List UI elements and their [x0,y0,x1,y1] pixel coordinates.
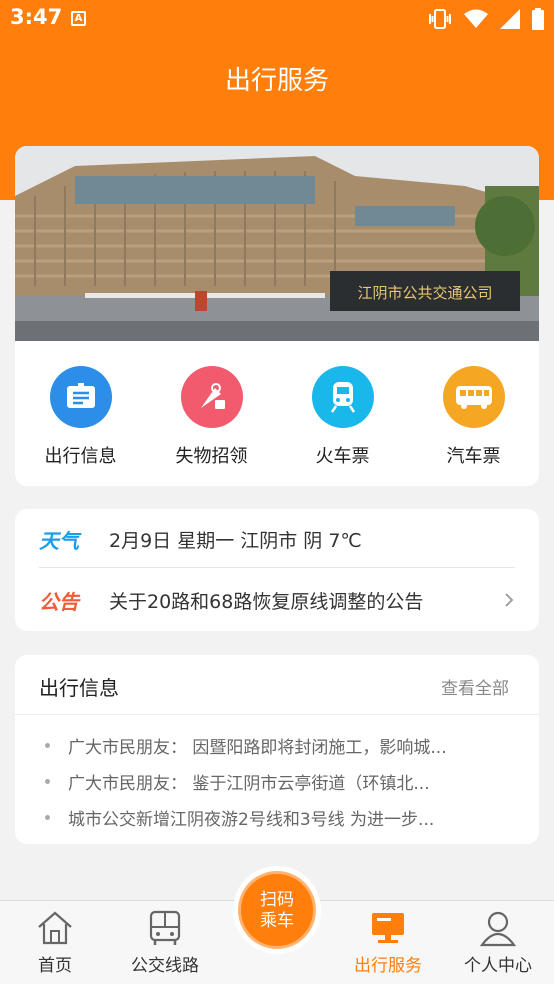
service-travel-info[interactable]: 出行信息 [15,366,146,468]
user-icon [479,911,517,947]
bus-icon [442,366,505,428]
train-icon [311,366,374,428]
banner-image[interactable]: 江阴市公共交通公司 [15,146,539,341]
signal-icon [500,9,520,29]
bullet [45,778,50,784]
bullet [45,814,50,820]
chevron-right-icon [505,593,514,607]
weather-tag: 天气 [39,529,79,553]
lost-found-icon [180,366,243,428]
tab-label: 出行服务 [354,956,422,976]
service-bus-ticket[interactable]: 汽车票 [408,366,539,468]
scan-ride-button[interactable]: 扫码 乘车 [238,871,316,949]
service-label: 汽车票 [446,446,501,467]
notice-tag: 公告 [39,589,79,614]
announcement-row[interactable]: 公告 关于20路和68路恢复原线调整的公告 [39,572,515,628]
wifi-icon [464,9,488,28]
status-bar: 3:47 A [0,0,554,38]
monitor-icon [372,913,404,943]
scan-label-line1: 扫码 [260,890,294,910]
list-item[interactable]: 广大市民朋友： 因暨阳路即将封闭施工，影响城... [45,727,515,763]
travel-info-card: 出行信息 查看全部 广大市民朋友： 因暨阳路即将封闭施工，影响城... 广大市民… [15,655,539,844]
tab-personal-center[interactable]: 个人中心 [443,909,553,976]
service-grid: 出行信息 失物招领 火车票 汽车票 [15,366,539,468]
weather-row: 天气 2月9日 星期一 江阴市 阴 7℃ [39,512,515,568]
service-lost-found[interactable]: 失物招领 [146,366,277,468]
notice-text: 关于20路和68路恢复原线调整的公告 [109,590,424,613]
battery-icon [532,8,544,30]
service-card: 江阴市公共交通公司 出行信息 失物招领 火车票 汽车票 [15,146,539,486]
tab-home[interactable]: 首页 [0,909,110,976]
home-icon [38,911,72,945]
view-all-link[interactable]: 查看全部 [441,674,509,699]
bullet [45,742,50,748]
travel-info-header: 出行信息 查看全部 [15,655,539,715]
status-time: 3:47 [10,5,63,29]
tab-label: 首页 [38,956,72,976]
travel-info-title: 出行信息 [39,676,119,700]
tab-travel-service[interactable]: 出行服务 [333,909,443,976]
bus-icon [149,910,181,945]
service-label: 火车票 [315,446,370,467]
tab-label: 个人中心 [464,956,532,976]
vibrate-icon [429,9,451,29]
notification-icon: A [71,11,86,26]
info-board-icon [49,366,112,428]
tab-label: 公交线路 [131,956,199,976]
page-title: 出行服务 [224,66,329,96]
list-item[interactable]: 城市公交新增江阴夜游2号线和3号线 为进一步... [45,799,515,835]
scan-label-line2: 乘车 [260,911,294,931]
travel-info-list: 广大市民朋友： 因暨阳路即将封闭施工，影响城... 广大市民朋友： 鉴于江阴市云… [45,727,515,835]
weather-text: 2月9日 星期一 江阴市 阴 7℃ [109,530,362,552]
status-icons [428,8,544,30]
list-item[interactable]: 广大市民朋友： 鉴于江阴市云亭街道（环镇北... [45,763,515,799]
banner-sign: 江阴市公共交通公司 [357,284,492,302]
tab-bus-routes[interactable]: 公交线路 [110,909,220,976]
notice-card: 天气 2月9日 星期一 江阴市 阴 7℃ 公告 关于20路和68路恢复原线调整的… [15,509,539,631]
service-train-ticket[interactable]: 火车票 [277,366,408,468]
service-label: 出行信息 [44,446,117,467]
service-label: 失物招领 [175,446,248,467]
